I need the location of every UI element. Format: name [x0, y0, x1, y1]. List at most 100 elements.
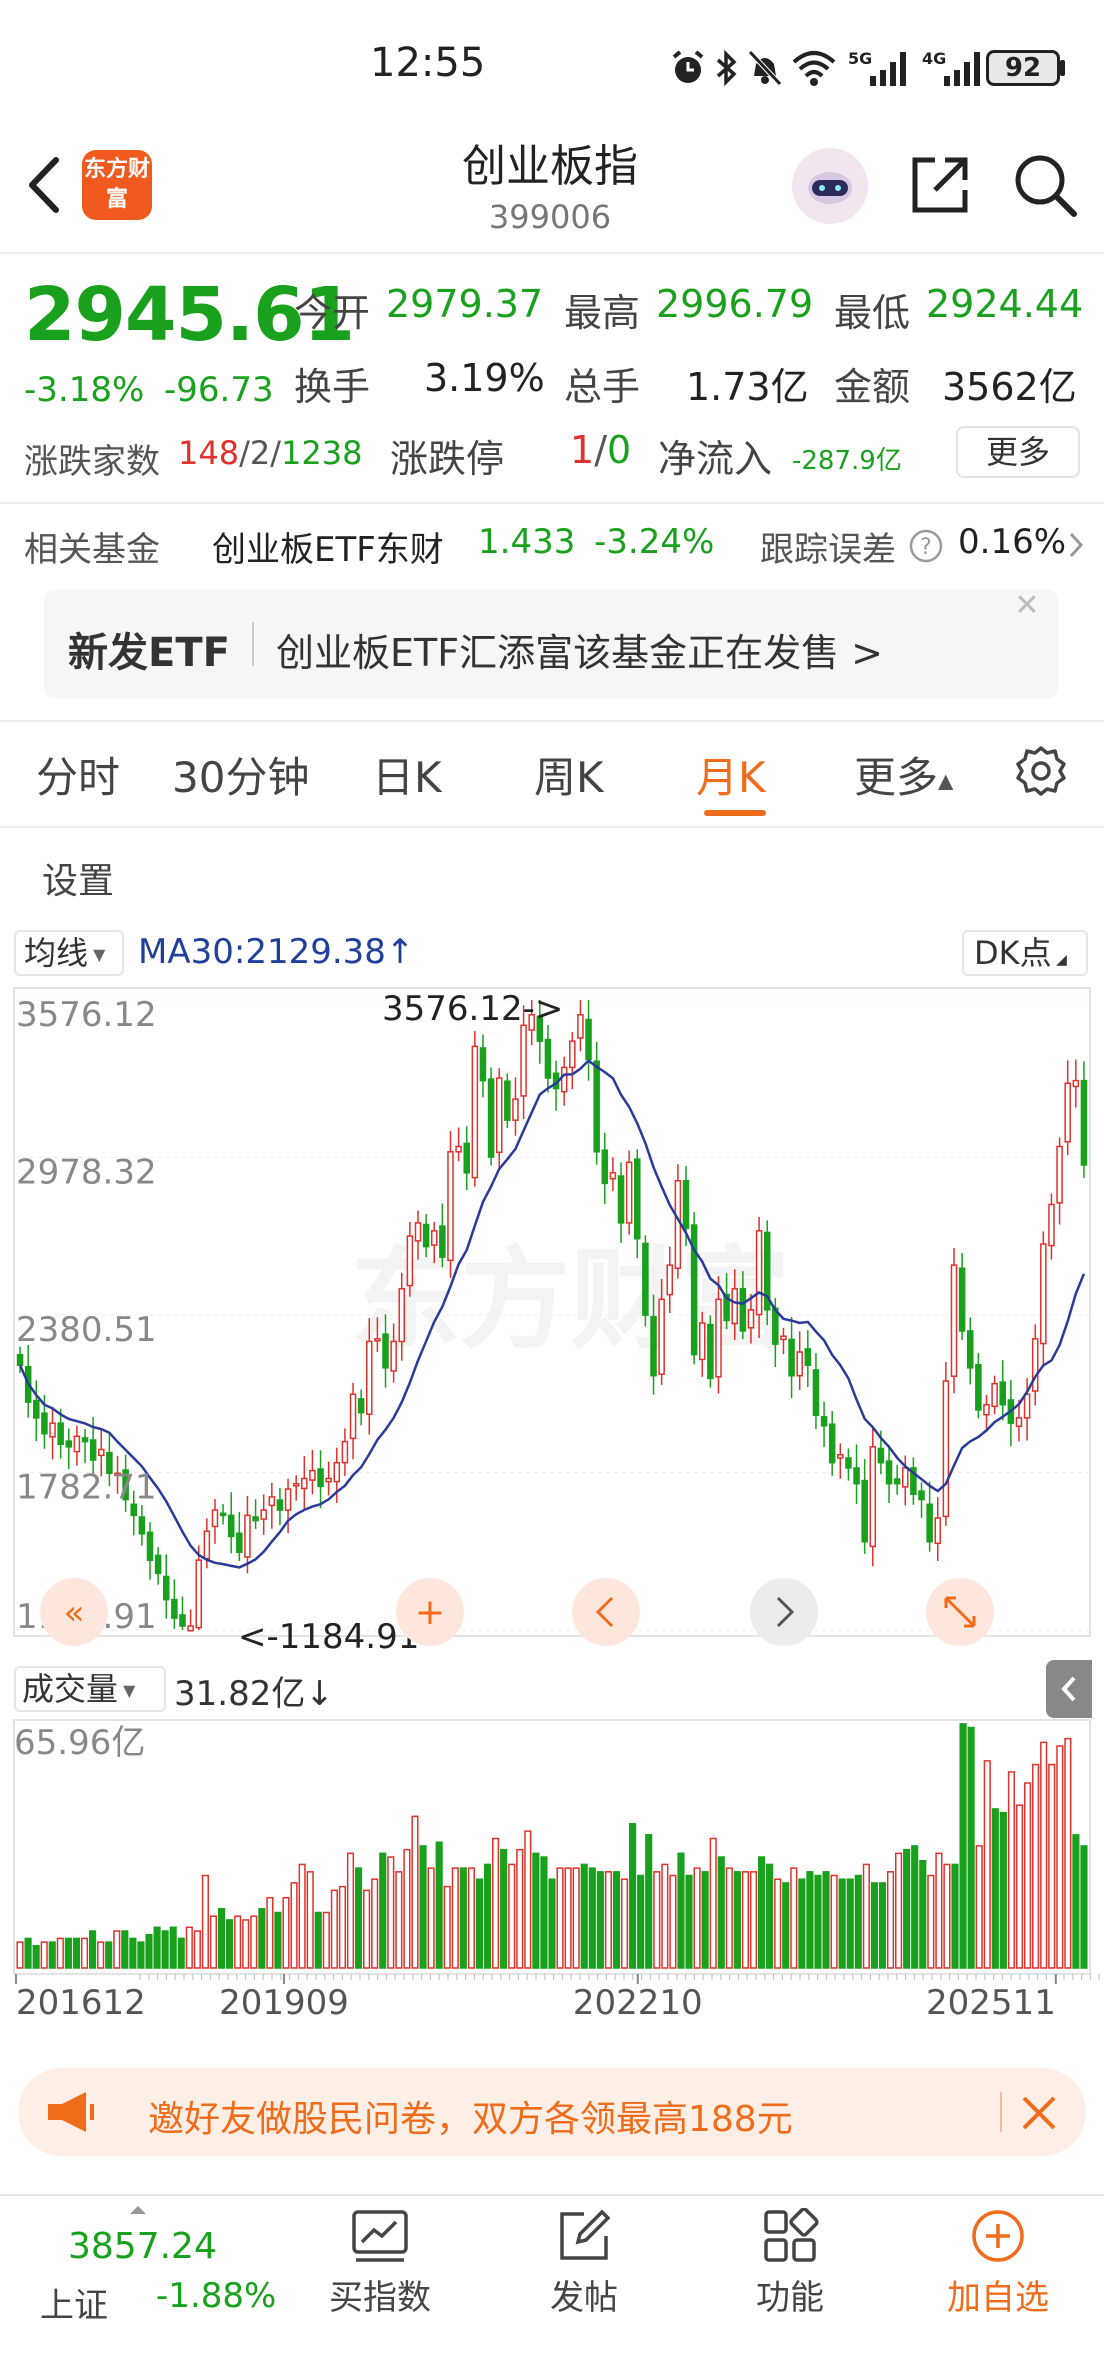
candle	[487, 1067, 495, 1166]
close-icon[interactable]	[1018, 2092, 1060, 2134]
nav-post[interactable]: 发帖	[514, 2200, 654, 2319]
volume-bar	[806, 1871, 814, 1969]
candle	[942, 1362, 950, 1526]
candle	[601, 1132, 609, 1204]
candle	[268, 1482, 276, 1529]
volume-bar	[16, 1941, 24, 1969]
volume-bar	[80, 1937, 89, 1969]
ai-assistant-icon[interactable]	[792, 148, 868, 224]
help-icon[interactable]: ?	[908, 528, 944, 564]
volume-bar	[363, 1889, 371, 1969]
volume-bar	[919, 1859, 927, 1969]
dk-point-button[interactable]: DK点 ◢	[962, 930, 1088, 976]
volume-bar	[250, 1915, 258, 1969]
new-etf-banner[interactable]: 新发ETF 创业板ETF汇添富该基金正在发售 >	[44, 590, 1058, 698]
nav-buy-index[interactable]: 买指数	[310, 2200, 450, 2319]
volume-bar	[427, 1867, 435, 1969]
tab-week-k[interactable]: 周K	[534, 744, 604, 805]
more-button[interactable]: 更多	[956, 426, 1080, 478]
shanghai-index-name[interactable]: 上证	[40, 2278, 108, 2327]
nav-add-watchlist[interactable]: 加自选	[928, 2200, 1068, 2319]
volume-bar	[782, 1882, 790, 1969]
shanghai-index-value[interactable]: 3857.24	[68, 2226, 217, 2267]
zoom-in-button[interactable]: +	[396, 1578, 464, 1646]
candle	[845, 1448, 852, 1481]
ma-select[interactable]: 均线 ▼	[14, 930, 124, 976]
search-icon[interactable]	[1010, 150, 1080, 220]
settings-link[interactable]: 设置	[42, 852, 114, 904]
battery-tip	[1060, 60, 1065, 76]
volume-bar	[105, 1941, 113, 1969]
candle	[463, 1126, 470, 1190]
breadth-values: 148/2/1238	[178, 434, 363, 472]
candle	[1031, 1324, 1039, 1406]
signal-4g-icon: 4G	[922, 49, 980, 86]
volume-bar	[895, 1852, 903, 1969]
tab-month-k[interactable]: 月K	[696, 744, 766, 805]
tab-timeshare[interactable]: 分时	[36, 744, 120, 805]
ma-select-label: 均线	[24, 934, 89, 972]
volume-bar	[564, 1867, 572, 1969]
volume-bar	[451, 1867, 459, 1969]
volume-bar	[193, 1930, 201, 1969]
candle	[1056, 1137, 1063, 1225]
volume-bar	[983, 1760, 991, 1969]
volume-bar	[1064, 1737, 1072, 1969]
volume-bar	[129, 1937, 137, 1969]
candle	[81, 1428, 89, 1464]
volume-bar	[878, 1882, 887, 1969]
tab-more[interactable]: 更多▲	[854, 744, 953, 805]
volume-bar	[903, 1848, 911, 1969]
candle	[869, 1427, 877, 1567]
high-value: 2996.79	[656, 282, 814, 326]
volume-bar	[629, 1822, 637, 1969]
candle	[966, 1317, 974, 1385]
candle	[642, 1235, 649, 1327]
share-icon[interactable]	[905, 150, 975, 220]
dk-point-label: DK点	[974, 934, 1052, 972]
x-tick-label: 202210	[573, 1983, 703, 2023]
prev-button[interactable]	[572, 1578, 640, 1646]
y-tick-label: 2380.51	[16, 1310, 157, 1350]
next-button[interactable]	[750, 1578, 818, 1646]
fullscreen-button[interactable]	[926, 1578, 994, 1646]
volume-bar	[596, 1871, 604, 1969]
volume-bar	[637, 1874, 645, 1969]
back-icon[interactable]	[20, 150, 70, 220]
chevron-right-icon[interactable]	[1066, 530, 1086, 560]
volume-bar	[588, 1867, 596, 1969]
volume-bar	[661, 1863, 669, 1969]
jump-left-button[interactable]: «	[40, 1578, 108, 1646]
y-tick-label: 2978.32	[16, 1152, 157, 1192]
tab-30min[interactable]: 30分钟	[172, 744, 309, 805]
nav-functions[interactable]: 功能	[720, 2200, 860, 2319]
banner-close-icon[interactable]: ✕	[1002, 588, 1052, 632]
volume-bar	[693, 1867, 701, 1969]
volume-bar	[540, 1856, 548, 1969]
fund-price: 1.433	[478, 522, 576, 562]
promo-banner[interactable]: 邀好友做股民问卷，双方各领最高188元	[18, 2068, 1086, 2156]
candle	[828, 1411, 836, 1476]
tracking-label: 跟踪误差	[760, 530, 896, 570]
volume-bar	[266, 1896, 274, 1969]
candle	[179, 1596, 186, 1630]
candlestick-chart[interactable]: 东方财富 3576.122978.322380.511782.711184.91…	[0, 978, 1104, 1658]
volume-bar	[645, 1834, 653, 1969]
volume-bar	[475, 1878, 484, 1969]
megaphone-icon	[48, 2092, 94, 2132]
volume-select[interactable]: 成交量 ▼	[14, 1666, 166, 1712]
candle	[171, 1579, 178, 1629]
volume-bar	[814, 1874, 822, 1969]
candle	[455, 1127, 462, 1162]
tab-day-k[interactable]: 日K	[372, 744, 442, 805]
dropdown-icon: ▼	[118, 1681, 136, 1700]
candle	[609, 1157, 617, 1192]
volume-bar	[322, 1911, 330, 1969]
high-annotation: 3576.12->	[382, 989, 563, 1029]
collapse-button[interactable]	[1046, 1660, 1092, 1718]
fund-name[interactable]: 创业板ETF东财	[212, 522, 444, 571]
double-left-icon: «	[64, 1593, 85, 1633]
settings-icon[interactable]	[1014, 744, 1068, 798]
volume-bar	[1015, 1804, 1024, 1969]
volume-bar	[572, 1867, 580, 1969]
